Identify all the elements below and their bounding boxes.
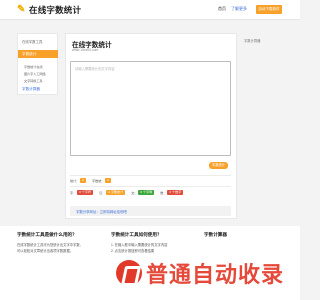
stat-item: 字数统： 0 [92, 178, 112, 183]
stats-panel: 统计： 0 字数统： 0 字： 0 个字符 汉： 0 字数统计 文： 0 个字母 [70, 175, 231, 197]
sidebar: 在线字数工具 字数统计 字数统计在线 图片字人工网络 文字转换工具 字数计算器 [17, 33, 58, 95]
stat-value: 0 字数统计 [106, 190, 126, 195]
text-input-area[interactable] [70, 61, 231, 156]
stat-item: 汉： 0 字数统计 [99, 190, 126, 195]
stat-item: 统计： 0 [70, 178, 87, 183]
stat-item: 字： 0 个字符 [70, 190, 94, 195]
nav-about-link[interactable]: 了解更多 [231, 6, 247, 12]
stats-row: 字： 0 个字符 汉： 0 字数统计 文： 0 个字母 数： 0 个数字 [70, 190, 189, 195]
faq-title: 字数统计工具是做什么用的？ [17, 232, 77, 237]
sidebar-item-calculator[interactable]: 字数计算器 [22, 87, 40, 92]
faq-column: 字数统计工具如何使用？ 1. 在输入框中输入需要统计的文字内容 2. 点击统计按… [111, 232, 167, 254]
top-navbar: ✎ 在线字数统计 首页 了解更多 自动下载软件 [0, 0, 300, 20]
faq-column: 字数计算器 [204, 232, 227, 238]
watermark-logo-icon [116, 260, 142, 286]
stat-value: 0 [80, 178, 87, 183]
faq-title: 字数统计工具如何使用？ [111, 232, 162, 237]
stat-value: 0 [105, 178, 112, 183]
share-box: 字数分享网址：立即将网址给他吧 [70, 206, 231, 216]
stat-value: 0 个字母 [138, 190, 155, 195]
faq-text: 2. 点击统计按钮即可查看结果 [111, 249, 155, 253]
stat-item: 数： 0 个数字 [160, 190, 184, 195]
stat-label: 数： [160, 191, 167, 195]
faq-text: 可以轻松对文章统计出各项字数数据。 [17, 249, 74, 253]
stat-label: 字： [70, 191, 77, 195]
watermark: 普通自动收录 [116, 257, 284, 289]
stat-item: 文： 0 个字母 [131, 190, 155, 195]
count-button[interactable]: 字数统计 [209, 162, 228, 169]
download-app-button[interactable]: 自动下载软件 [256, 5, 282, 14]
logo-text: 在线字数统计 [29, 4, 82, 15]
sidebar-subitem[interactable]: 图片字人工网络 [24, 71, 46, 76]
site-logo[interactable]: ✎ 在线字数统计 [17, 3, 81, 16]
sidebar-subitem[interactable]: 文字转换工具 [24, 78, 43, 83]
stats-row: 统计： 0 字数统： 0 [70, 178, 117, 183]
watermark-text: 普通自动收录 [146, 263, 285, 288]
faq-title: 字数计算器 [204, 232, 227, 237]
pencil-icon: ✎ [17, 4, 26, 15]
share-link[interactable]: 字数分享网址：立即将网址给他吧 [76, 209, 127, 214]
site-url: www.15xx00.com [72, 48, 99, 52]
faq-column: 字数统计工具是做什么用的？ 在线字数统计工具可为您统计出文字中字数、 可以轻松对… [17, 232, 83, 254]
nav-home-link[interactable]: 首页 [218, 6, 226, 12]
stat-label: 字数统： [92, 179, 105, 183]
stat-label: 汉： [99, 191, 106, 195]
stat-label: 统计： [70, 179, 80, 183]
main-panel: 在线字数统计 www.15xx00.com 字数统计 统计： 0 字数统： 0 … [65, 33, 237, 219]
stat-value: 0 个字符 [77, 190, 94, 195]
sidebar-item-word-count[interactable]: 字数统计 [18, 50, 58, 58]
right-sidebar-label: 字数计算器 [244, 39, 261, 43]
divider [70, 186, 231, 187]
stat-value: 0 个数字 [167, 190, 184, 195]
stat-label: 文： [131, 191, 138, 195]
sidebar-title: 在线字数工具 [22, 40, 43, 44]
divider [70, 175, 231, 176]
sidebar-subitem[interactable]: 字数统计在线 [24, 64, 43, 69]
